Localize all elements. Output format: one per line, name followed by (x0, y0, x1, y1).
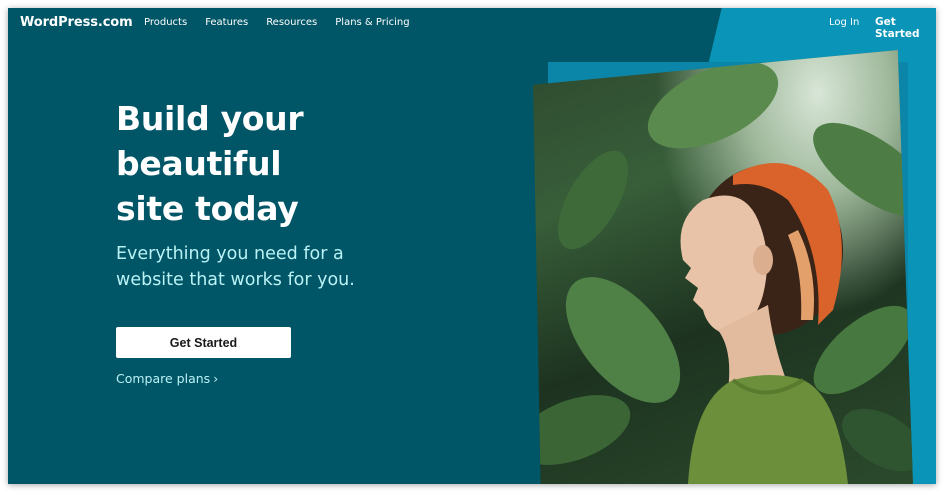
hero-photo (533, 50, 913, 484)
headline-line: beautiful (116, 144, 282, 183)
chevron-right-icon: › (213, 371, 219, 386)
compare-plans-label: Compare plans (116, 371, 211, 386)
compare-plans-link[interactable]: Compare plans › (116, 371, 218, 386)
woman-in-jungle-illustration (533, 61, 913, 484)
login-link[interactable]: Log In (829, 17, 859, 28)
nav-products[interactable]: Products (144, 17, 187, 28)
hero-page: WordPress.com Products Features Resource… (8, 8, 936, 484)
subline-line: Everything you need for a (116, 244, 344, 264)
nav-resources[interactable]: Resources (266, 17, 317, 28)
nav-features[interactable]: Features (205, 17, 248, 28)
hero-subheadline: Everything you need for a website that w… (116, 241, 416, 293)
nav-get-started-link[interactable]: Get Started (875, 16, 936, 40)
subline-line: website that works for you. (116, 270, 355, 290)
headline-line: site today (116, 189, 299, 228)
hero-headline: Build your beautiful site today (116, 96, 416, 231)
get-started-button[interactable]: Get Started (116, 327, 291, 358)
top-nav: WordPress.com Products Features Resource… (8, 8, 936, 40)
nav-menu: Products Features Resources Plans & Pric… (144, 17, 410, 28)
headline-line: Build your (116, 99, 304, 138)
site-logo[interactable]: WordPress.com (20, 15, 133, 30)
nav-plans-pricing[interactable]: Plans & Pricing (335, 17, 409, 28)
